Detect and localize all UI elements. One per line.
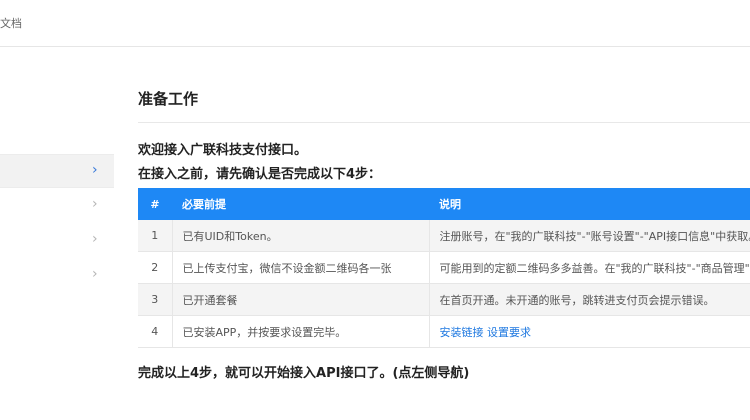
row-description: 可能用到的定额二维码多多益善。在"我的广联科技"-"商品管理"中上传。 bbox=[428, 251, 750, 284]
row-description: 注册账号，在"我的广联科技"-"账号设置"-"API接口信息"中获取。 bbox=[428, 220, 750, 252]
chevron-right-icon: › bbox=[92, 231, 98, 247]
column-header-requirement: 必要前提 bbox=[172, 188, 429, 220]
page-title: 准备工作 bbox=[138, 90, 199, 108]
row-requirement: 已上传支付宝，微信不设金额二维码各一张 bbox=[171, 251, 429, 284]
row-description: 安装链接 设置要求 bbox=[428, 315, 750, 348]
table-row: 1 已有UID和Token。 注册账号，在"我的广联科技"-"账号设置"-"AP… bbox=[138, 220, 750, 252]
main-content: 准备工作 欢迎接入广联科技支付接口。 在接入之前，请先确认是否完成以下4步： #… bbox=[138, 0, 750, 420]
column-header-num: # bbox=[138, 188, 172, 220]
intro-text: 欢迎接入广联科技支付接口。 bbox=[138, 143, 308, 158]
title-divider bbox=[138, 122, 750, 123]
row-requirement: 已有UID和Token。 bbox=[171, 220, 429, 252]
chevron-right-icon: › bbox=[92, 266, 98, 282]
chevron-right-icon: › bbox=[92, 196, 98, 212]
row-number: 1 bbox=[138, 220, 172, 252]
chevron-right-icon: › bbox=[92, 162, 98, 178]
row-requirement: 已开通套餐 bbox=[171, 283, 429, 316]
row-number: 4 bbox=[138, 315, 172, 348]
sidebar-item-4[interactable]: › bbox=[0, 259, 114, 291]
completion-note: 完成以上4步，就可以开始接入API接口了。(点左侧导航) bbox=[138, 366, 470, 381]
row-number: 3 bbox=[138, 283, 172, 316]
setup-requirements-link[interactable]: 设置要求 bbox=[487, 326, 531, 339]
row-requirement: 已安装APP，并按要求设置完毕。 bbox=[171, 315, 429, 348]
table-row: 2 已上传支付宝，微信不设金额二维码各一张 可能用到的定额二维码多多益善。在"我… bbox=[138, 251, 750, 284]
table-row: 4 已安装APP，并按要求设置完毕。 安装链接 设置要求 bbox=[138, 315, 750, 348]
table-row: 3 已开通套餐 在首页开通。未开通的账号，跳转进支付页会提示错误。 bbox=[138, 283, 750, 316]
intro-steps-text: 在接入之前，请先确认是否完成以下4步： bbox=[138, 167, 382, 182]
sidebar-item-2[interactable]: › bbox=[0, 189, 114, 221]
install-link[interactable]: 安装链接 bbox=[440, 326, 484, 339]
table-header-row: # 必要前提 说明 bbox=[138, 188, 750, 220]
row-description: 在首页开通。未开通的账号，跳转进支付页会提示错误。 bbox=[428, 283, 750, 316]
row-number: 2 bbox=[138, 251, 172, 284]
sidebar-item-1[interactable]: › bbox=[0, 154, 114, 188]
prerequisites-table: # 必要前提 说明 1 已有UID和Token。 注册账号，在"我的广联科技"-… bbox=[138, 188, 750, 348]
sidebar: › › › › bbox=[0, 47, 114, 420]
column-header-description: 说明 bbox=[429, 188, 750, 220]
sidebar-item-3[interactable]: › bbox=[0, 224, 114, 256]
breadcrumb[interactable]: 文档 bbox=[0, 15, 22, 31]
